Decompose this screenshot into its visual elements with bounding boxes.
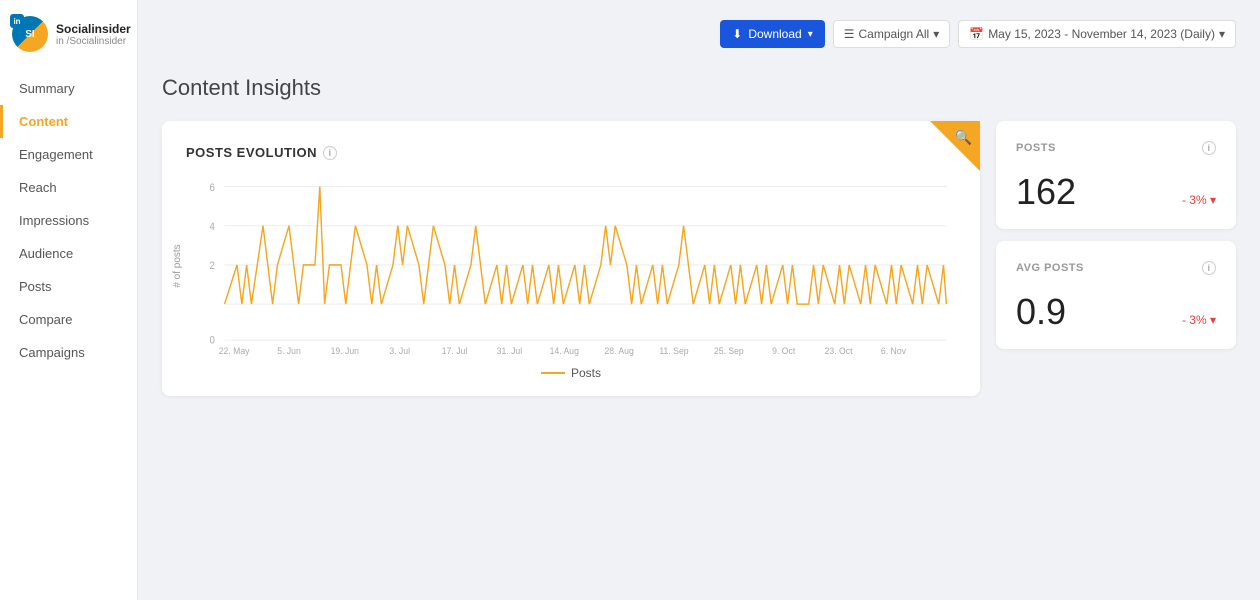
avg-posts-label: AVG POSTS [1016,262,1084,274]
posts-stat-value: 162 - 3% ▾ [1016,171,1216,213]
posts-stat-card: POSTS i 162 - 3% ▾ [996,121,1236,229]
svg-text:31. Jul: 31. Jul [497,346,522,356]
svg-text:14. Aug: 14. Aug [550,346,579,356]
svg-text:3. Jul: 3. Jul [389,346,410,356]
download-button[interactable]: ⬇ Download ▾ [720,20,824,48]
main-content: ⬇ Download ▾ ☰ Campaign All ▾ 📅 May 15, … [138,0,1260,600]
chart-container: # of posts 6 4 2 0 22. May [186,176,956,356]
avg-posts-stat-label: AVG POSTS i [1016,261,1216,275]
sidebar: in SI Socialinsider in /Socialinsider Su… [0,0,138,600]
chart-title-text: POSTS EVOLUTION [186,145,317,160]
avg-posts-number: 0.9 [1016,291,1066,333]
svg-text:11. Sep: 11. Sep [659,346,688,356]
legend-line [541,372,565,374]
sidebar-item-content[interactable]: Content [0,105,137,138]
sidebar-item-reach[interactable]: Reach [0,171,137,204]
sidebar-item-summary[interactable]: Summary [0,72,137,105]
avg-posts-info-icon[interactable]: i [1202,261,1216,275]
posts-info-icon[interactable]: i [1202,141,1216,155]
date-range-button[interactable]: 📅 May 15, 2023 - November 14, 2023 (Dail… [958,20,1236,48]
svg-text:6. Nov: 6. Nov [881,346,906,356]
sidebar-item-audience[interactable]: Audience [0,237,137,270]
posts-number: 162 [1016,171,1076,213]
posts-label: POSTS [1016,142,1056,154]
chart-title: POSTS EVOLUTION i [186,145,956,160]
posts-evolution-card: 🔍 POSTS EVOLUTION i # of posts 6 4 [162,121,980,396]
campaign-filter-button[interactable]: ☰ Campaign All ▾ [833,20,951,48]
search-icon: 🔍 [955,129,972,146]
avg-posts-stat-value: 0.9 - 3% ▾ [1016,291,1216,333]
stats-sidebar: POSTS i 162 - 3% ▾ AVG POSTS i 0.9 - 3% … [996,121,1236,349]
download-icon: ⬇ [732,27,742,41]
posts-change: - 3% ▾ [1182,193,1216,207]
svg-text:9. Oct: 9. Oct [772,346,796,356]
download-chevron-icon: ▾ [808,29,813,40]
svg-text:22. May: 22. May [219,346,250,356]
campaign-filter-icon: ☰ [844,27,855,41]
content-area: 🔍 POSTS EVOLUTION i # of posts 6 4 [162,121,1236,396]
topbar: ⬇ Download ▾ ☰ Campaign All ▾ 📅 May 15, … [720,20,1236,48]
page-title: Content Insights [162,75,1236,101]
brand-name: Socialinsider [56,22,131,36]
date-range-label: May 15, 2023 - November 14, 2023 (Daily) [988,27,1215,41]
sidebar-item-campaigns[interactable]: Campaigns [0,336,137,369]
download-label: Download [748,27,801,41]
sidebar-item-impressions[interactable]: Impressions [0,204,137,237]
date-chevron-icon: ▾ [1219,27,1225,41]
legend-label: Posts [571,366,601,380]
posts-stat-label: POSTS i [1016,141,1216,155]
avatar: in SI [12,16,48,52]
avg-posts-change: - 3% ▾ [1182,313,1216,327]
svg-text:2: 2 [210,261,216,273]
svg-text:19. Jun: 19. Jun [331,346,359,356]
brand-section: in SI Socialinsider in /Socialinsider [0,16,137,72]
campaign-filter-label: Campaign All [858,27,929,41]
avg-posts-stat-card: AVG POSTS i 0.9 - 3% ▾ [996,241,1236,349]
linkedin-badge: in [10,14,24,28]
brand-handle: in /Socialinsider [56,36,131,47]
svg-text:5. Jun: 5. Jun [277,346,301,356]
sidebar-item-compare[interactable]: Compare [0,303,137,336]
calendar-icon: 📅 [969,27,984,41]
posts-chart-svg: 6 4 2 0 22. May 5. Jun 19. Jun 3. Jul 17… [186,176,956,356]
sidebar-item-engagement[interactable]: Engagement [0,138,137,171]
svg-text:25. Sep: 25. Sep [714,346,744,356]
campaign-chevron-icon: ▾ [933,27,939,41]
sidebar-item-posts[interactable]: Posts [0,270,137,303]
chart-legend: Posts [186,366,956,380]
y-axis-label: # of posts [172,244,183,287]
svg-text:28. Aug: 28. Aug [604,346,633,356]
svg-text:0: 0 [210,335,216,347]
brand-info: Socialinsider in /Socialinsider [56,22,131,47]
svg-text:4: 4 [210,222,216,234]
svg-text:23. Oct: 23. Oct [825,346,853,356]
svg-text:17. Jul: 17. Jul [442,346,467,356]
chart-info-icon[interactable]: i [323,146,337,160]
svg-text:6: 6 [210,182,216,194]
